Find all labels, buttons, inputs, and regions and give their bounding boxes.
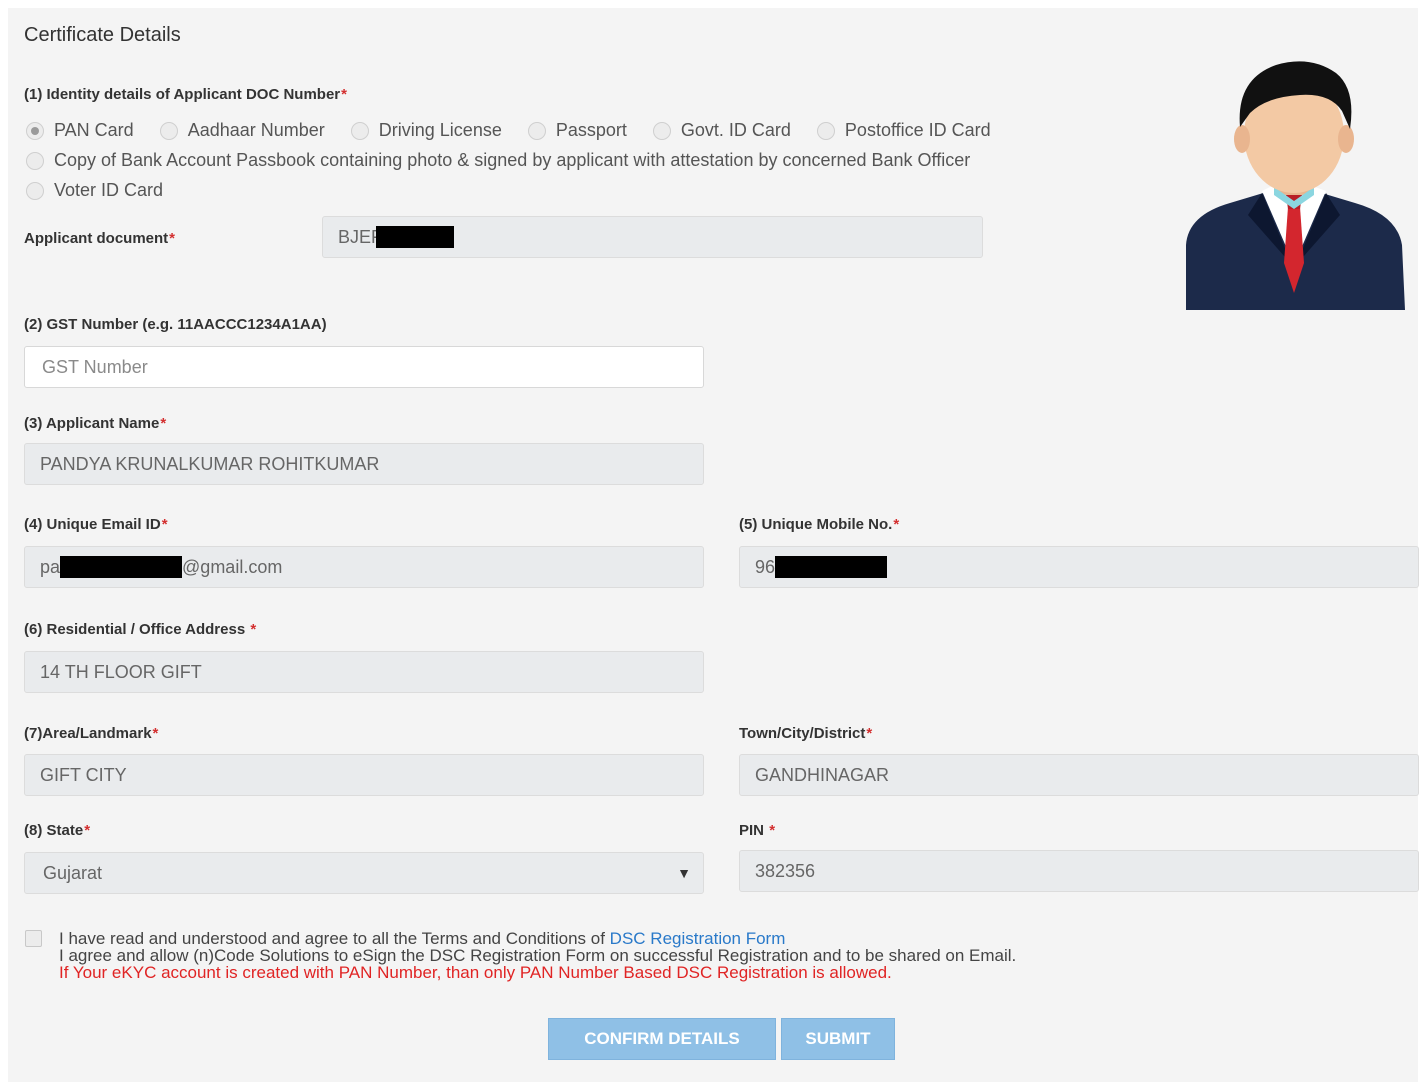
state-label: (8) State* (24, 822, 91, 839)
town-label: Town/City/District* (739, 725, 873, 742)
submit-button[interactable]: SUBMIT (781, 1018, 895, 1060)
pin-label: PIN * (739, 822, 776, 839)
applicant-name-label: (3) Applicant Name* (24, 415, 167, 432)
radio-button[interactable] (26, 151, 44, 170)
applicant-document-label: Applicant document* (24, 230, 176, 247)
address-field[interactable]: 14 TH FLOOR GIFT (24, 651, 704, 693)
redaction-block (775, 556, 888, 578)
chevron-down-icon[interactable]: ▼ (677, 865, 691, 881)
confirm-details-button[interactable]: CONFIRM DETAILS (548, 1018, 776, 1060)
radio-button[interactable] (816, 121, 835, 140)
radio-button[interactable] (26, 181, 44, 200)
radio-passport[interactable]: Passport (527, 120, 627, 141)
gst-input[interactable] (40, 355, 703, 379)
pan-warning-text: If Your eKYC account is created with PAN… (59, 963, 892, 982)
address-label: (6) Residential / Office Address * (24, 621, 257, 638)
businessman-avatar-icon (1170, 55, 1415, 310)
email-field[interactable]: pa @gmail.com (24, 546, 704, 588)
radio-govt-id-card[interactable]: Govt. ID Card (652, 120, 791, 141)
terms-text: I have read and understood and agree to … (59, 930, 1139, 981)
radio-button[interactable] (527, 121, 546, 140)
applicant-name-field[interactable]: PANDYA KRUNALKUMAR ROHITKUMAR (24, 443, 704, 485)
applicant-document-field[interactable]: BJEF (322, 216, 983, 258)
identity-options-row-3: Voter ID Card (26, 180, 189, 201)
mobile-field[interactable]: 96 (739, 546, 1419, 588)
identity-options-row-2: Copy of Bank Account Passbook containing… (26, 150, 996, 171)
area-field[interactable]: GIFT CITY (24, 754, 704, 796)
radio-driving-license[interactable]: Driving License (350, 120, 502, 141)
radio-voter-id-card[interactable]: Voter ID Card (26, 180, 163, 201)
gst-label: (2) GST Number (e.g. 11AACCC1234A1AA) (24, 316, 327, 333)
identity-options-row-1: PAN Card Aadhaar Number Driving License … (26, 120, 1017, 141)
terms-checkbox[interactable] (25, 930, 42, 947)
gst-field[interactable] (24, 346, 704, 388)
state-select[interactable]: Gujarat ▼ (24, 852, 704, 894)
radio-button[interactable] (26, 121, 44, 140)
email-label: (4) Unique Email ID* (24, 516, 168, 533)
redaction-block (376, 226, 455, 248)
radio-button[interactable] (350, 121, 369, 140)
identity-label: (1) Identity details of Applicant DOC Nu… (24, 86, 347, 103)
page-title: Certificate Details (24, 24, 181, 46)
area-label: (7)Area/Landmark* (24, 725, 159, 742)
radio-aadhaar-number[interactable]: Aadhaar Number (159, 120, 325, 141)
radio-button[interactable] (652, 121, 671, 140)
mobile-label: (5) Unique Mobile No.* (739, 516, 900, 533)
radio-bank-passbook[interactable]: Copy of Bank Account Passbook containing… (26, 150, 970, 171)
radio-button[interactable] (159, 121, 178, 140)
redaction-block (60, 556, 183, 578)
radio-postoffice-id-card[interactable]: Postoffice ID Card (816, 120, 991, 141)
radio-pan-card[interactable]: PAN Card (26, 120, 134, 141)
town-field[interactable]: GANDHINAGAR (739, 754, 1419, 796)
pin-field[interactable]: 382356 (739, 850, 1419, 892)
